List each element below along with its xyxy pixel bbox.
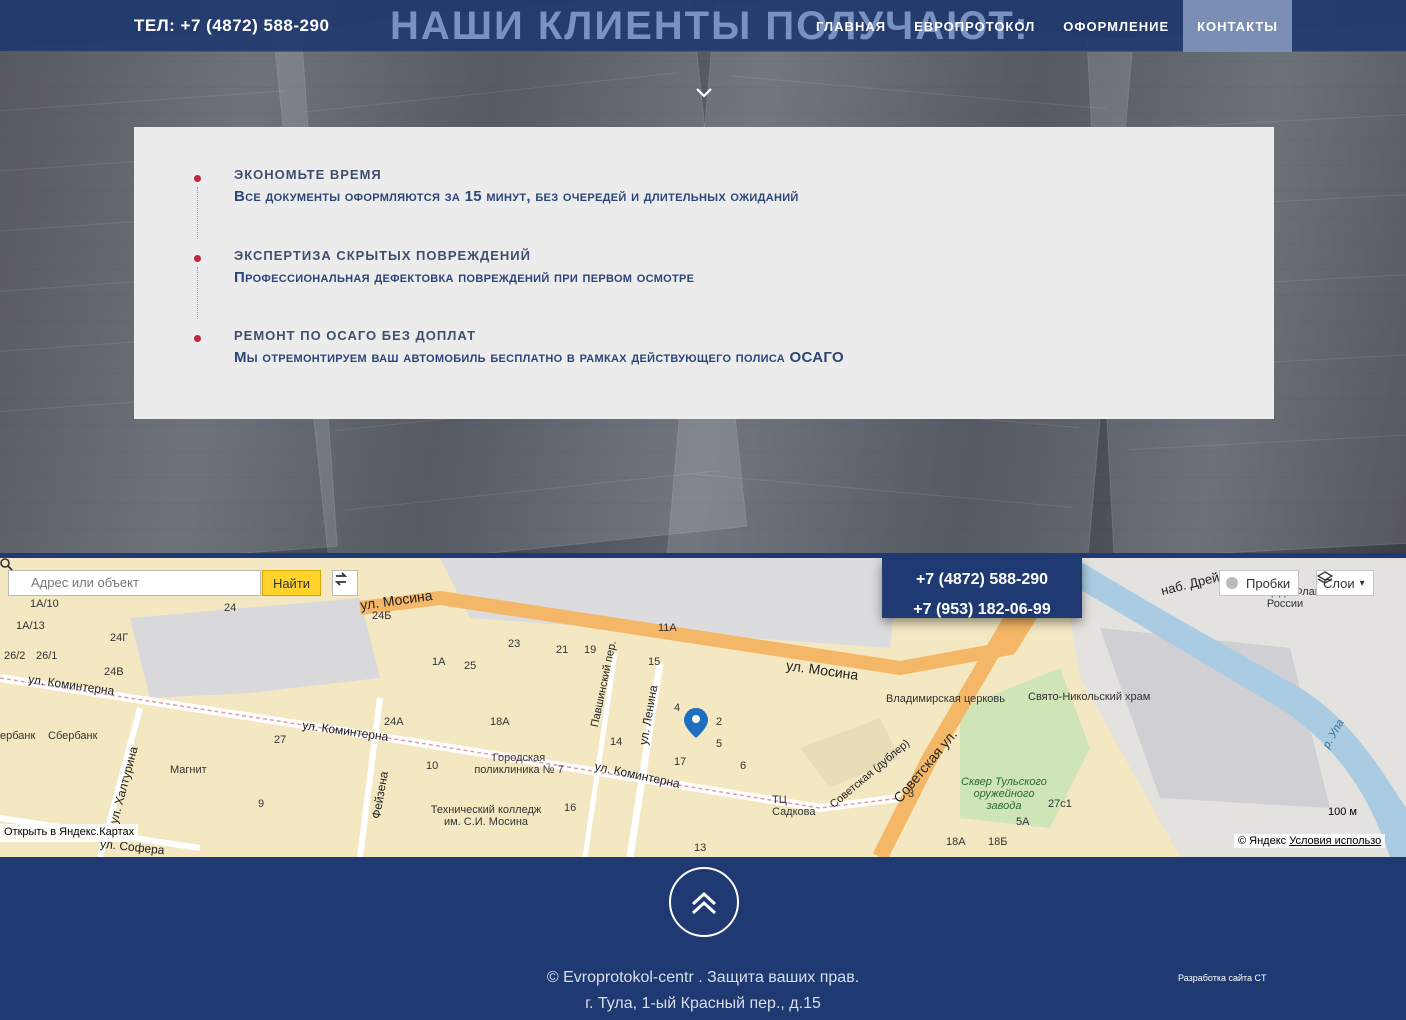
chevron-down-icon: ▾ [1359,577,1365,589]
house-number: 4 [674,702,681,714]
map-find-button[interactable]: Найти [262,570,321,596]
house-number: 16 [564,802,577,814]
house-number: 3 [908,788,915,800]
house-number: 10 [426,760,439,772]
traffic-icon [1226,577,1238,589]
map-copyright: © Яндекс Условия использо [1234,834,1386,848]
nav-item-europrotocol[interactable]: ЕВРОПРОТОКОЛ [900,0,1049,52]
house-number: 13 [694,842,707,854]
house-number: 27 [274,734,287,746]
layers-icon [1317,571,1333,584]
top-navbar: НАШИ КЛИЕНТЫ ПОЛУЧАЮТ: ТЕЛ: +7 (4872) 58… [0,0,1406,52]
house-number: 24Г [110,632,129,644]
nav-item-registration[interactable]: ОФОРМЛЕНИЕ [1049,0,1183,52]
nav-item-home[interactable]: ГЛАВНАЯ [802,0,900,52]
house-number: 18А [490,716,510,728]
house-number: 18Б [988,836,1008,848]
house-number: 26/1 [36,650,58,662]
traffic-button[interactable]: Пробки [1219,570,1300,596]
benefit-description: Все документы оформляются за 15 минут, б… [234,188,799,205]
poi-college[interactable]: Технический колледж им. С.И. Мосина [428,804,544,828]
house-number: 11А [658,622,677,634]
house-number: 24В [104,666,124,678]
open-in-yandex-maps-link[interactable]: Открыть в Яндекс.Картах [0,824,139,842]
benefit-item: Экспертиза скрытых повреждений Профессио… [234,248,694,286]
map-search-input[interactable]: Адрес или объект [8,570,261,596]
house-number: 23 [508,638,521,650]
header-phone[interactable]: ТЕЛ: +7 (4872) 588-290 [134,16,329,36]
poi-mall[interactable]: ТЦ Садкова [772,794,816,818]
house-number: 15 [648,656,661,668]
house-number: 21 [556,644,569,656]
benefit-item: Экономьте время Все документы оформляютс… [234,167,799,205]
developer-link[interactable]: Разработка сайта CT [1178,973,1267,983]
footer: © Evroprotokol-centr . Защита ваших прав… [0,857,1406,1020]
house-number: 26/2 [4,650,26,662]
map-canvas[interactable] [0,558,1406,857]
poi-sberbank[interactable]: Сбербанк [48,730,97,742]
timeline-line [197,187,198,239]
nav-item-contacts[interactable]: КОНТАКТЫ [1183,0,1292,52]
scroll-to-top-button[interactable] [669,867,739,937]
footer-address: г. Тула, 1-ый Красный пер., д.15 [585,995,821,1012]
house-number: 5А [1016,816,1030,828]
benefit-title: Экономьте время [234,167,382,182]
house-number: 19 [584,644,597,656]
bullet-dot [194,335,201,342]
poi-magnit[interactable]: Магнит [170,764,207,776]
benefits-card: Экономьте время Все документы оформляютс… [134,127,1274,419]
benefit-item: Ремонт по ОСАГО без доплат Мы отремонтир… [234,328,844,366]
poi-square[interactable]: Сквер Тульского оружейного завода [958,776,1050,812]
main-menu: ГЛАВНАЯ ЕВРОПРОТОКОЛ ОФОРМЛЕНИЕ КОНТАКТЫ [802,0,1292,52]
phone-number[interactable]: +7 (4872) 588-290 [882,565,1082,595]
route-button[interactable] [332,570,358,596]
phone-number[interactable]: +7 (953) 182-06-99 [882,595,1082,625]
yandex-map[interactable]: ул. Мосина ул. Мосина ул. Коминтерна ул.… [0,558,1406,857]
house-number: 1А/10 [30,598,59,610]
traffic-label: Пробки [1246,575,1291,591]
timeline-line [197,267,198,319]
house-number: 24А [384,716,404,728]
poi-church[interactable]: Свято-Никольский храм [1028,691,1150,703]
house-number: 24 [224,602,237,614]
house-number: 5 [716,738,723,750]
bullet-dot [194,175,201,182]
benefit-description: Профессиональная дефектовка повреждений … [234,269,695,286]
layers-button[interactable]: Слои ▾ [1316,570,1374,596]
bullet-dot [194,255,201,262]
poi-polyclinic[interactable]: Городская поликлиника № 7 [474,752,564,776]
poi-sberbank[interactable]: ербанк [0,730,35,742]
house-number: 17 [674,756,687,768]
search-icon [0,558,13,571]
benefit-description: Мы отремонтируем ваш автомобиль бесплатн… [234,349,844,366]
benefit-title: Экспертиза скрытых повреждений [234,248,531,263]
house-number: 1А/13 [16,620,45,632]
house-number: 9 [258,798,265,810]
chevron-down-icon[interactable] [695,84,713,102]
house-number: 2 [716,716,723,728]
house-number: 18А [946,836,966,848]
terms-link[interactable]: Условия использо [1289,835,1381,847]
house-number: 24Б [372,610,392,622]
house-number: 6 [740,760,747,772]
house-number: 25 [464,660,477,672]
map-scale: 100 м [1328,806,1357,818]
house-number: 14 [610,736,623,748]
copyright-text: © Яндекс [1238,835,1287,847]
poi-church[interactable]: Владимирская церковь [886,693,1005,705]
house-number: 1А [432,656,446,668]
house-number: 27с1 [1048,798,1072,810]
double-chevron-up-icon [691,891,717,915]
benefit-title: Ремонт по ОСАГО без доплат [234,328,477,343]
map-phones-box: +7 (4872) 588-290 +7 (953) 182-06-99 [882,558,1082,618]
route-icon [334,572,348,586]
